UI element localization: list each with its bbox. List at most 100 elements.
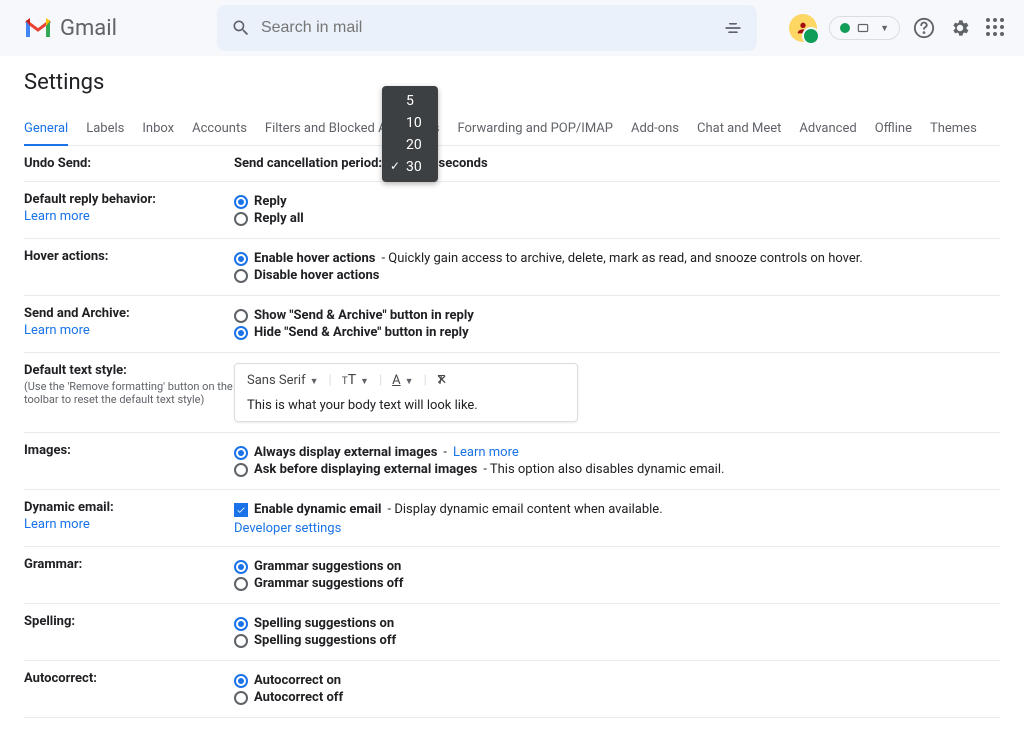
- chevron-down-icon: ▼: [360, 377, 369, 387]
- text-style-hint: (Use the 'Remove formatting' button on t…: [24, 380, 234, 406]
- app-header: Gmail ▼: [0, 0, 1024, 56]
- radio-icon: [234, 463, 248, 477]
- chevron-down-icon: ▼: [405, 377, 414, 387]
- radio-icon: [234, 326, 248, 340]
- font-selector[interactable]: Sans Serif▼: [247, 373, 319, 388]
- archive-learn-more[interactable]: Learn more: [24, 323, 234, 338]
- dropdown-option-10[interactable]: 10: [382, 112, 438, 134]
- radio-icon: [234, 212, 248, 226]
- cancellation-period-dropdown[interactable]: 5 10 20 30: [382, 86, 438, 182]
- undo-send-label: Undo Send:: [24, 156, 234, 171]
- text-style-editor: Sans Serif▼ | TT▼ | A▼ | T✕ This is what…: [234, 363, 578, 422]
- radio-spelling-on[interactable]: Spelling suggestions on: [234, 616, 1000, 631]
- grammar-label: Grammar:: [24, 557, 234, 593]
- remove-formatting-button[interactable]: T✕: [437, 373, 455, 388]
- section-undo-send: Undo Send: Send cancellation period: sec…: [24, 146, 1000, 182]
- radio-icon: [234, 560, 248, 574]
- tab-general[interactable]: General: [24, 113, 68, 146]
- status-indicator[interactable]: ▼: [829, 16, 900, 40]
- font-size-selector[interactable]: TT▼: [342, 372, 369, 388]
- autocorrect-label: Autocorrect:: [24, 671, 234, 707]
- images-learn-more[interactable]: Learn more: [453, 445, 519, 460]
- tab-addons[interactable]: Add-ons: [631, 113, 679, 145]
- radio-reply-all[interactable]: Reply all: [234, 211, 1000, 226]
- chevron-down-icon: ▼: [310, 377, 319, 387]
- reply-learn-more[interactable]: Learn more: [24, 209, 234, 224]
- tab-accounts[interactable]: Accounts: [192, 113, 247, 145]
- radio-icon: [234, 252, 248, 266]
- text-color-selector[interactable]: A▼: [392, 373, 413, 388]
- search-options-icon[interactable]: [723, 18, 743, 38]
- window-icon: [856, 21, 870, 35]
- radio-icon: [234, 195, 248, 209]
- section-dynamic-email: Dynamic email: Learn more Enable dynamic…: [24, 490, 1000, 547]
- tab-offline[interactable]: Offline: [875, 113, 912, 145]
- radio-always-images[interactable]: Always display external images - Learn m…: [234, 445, 1000, 460]
- dynamic-learn-more[interactable]: Learn more: [24, 517, 234, 532]
- radio-autocorrect-on[interactable]: Autocorrect on: [234, 673, 1000, 688]
- section-grammar: Grammar: Grammar suggestions on Grammar …: [24, 547, 1000, 604]
- search-bar[interactable]: [217, 5, 757, 51]
- images-label: Images:: [24, 443, 234, 479]
- tab-chat[interactable]: Chat and Meet: [697, 113, 781, 145]
- help-icon: [913, 17, 935, 39]
- radio-icon: [234, 269, 248, 283]
- radio-icon: [234, 309, 248, 323]
- undo-send-body: Send cancellation period: seconds: [234, 156, 1000, 171]
- apps-grid-icon: [986, 18, 1006, 38]
- gmail-icon: [24, 17, 52, 39]
- settings-tabs: General Labels Inbox Accounts Filters an…: [24, 113, 1000, 146]
- gear-icon: [949, 17, 971, 39]
- spelling-label: Spelling:: [24, 614, 234, 650]
- radio-icon: [234, 691, 248, 705]
- search-icon: [231, 18, 251, 38]
- dynamic-label: Dynamic email: Learn more: [24, 500, 234, 536]
- page-title: Settings: [24, 56, 1000, 113]
- radio-ask-images[interactable]: Ask before displaying external images - …: [234, 462, 1000, 477]
- radio-icon: [234, 617, 248, 631]
- app-name: Gmail: [60, 16, 117, 41]
- radio-icon: [234, 577, 248, 591]
- help-button[interactable]: [912, 16, 936, 40]
- settings-button[interactable]: [948, 16, 972, 40]
- radio-grammar-off[interactable]: Grammar suggestions off: [234, 576, 1000, 591]
- radio-icon: [234, 674, 248, 688]
- tab-advanced[interactable]: Advanced: [799, 113, 856, 145]
- tab-forwarding[interactable]: Forwarding and POP/IMAP: [457, 113, 613, 145]
- text-preview: This is what your body text will look li…: [247, 394, 565, 413]
- radio-disable-hover[interactable]: Disable hover actions: [234, 268, 1000, 283]
- section-send-archive: Send and Archive: Learn more Show "Send …: [24, 296, 1000, 353]
- checkbox-dynamic-email[interactable]: Enable dynamic email - Display dynamic e…: [234, 502, 1000, 517]
- hover-label: Hover actions:: [24, 249, 234, 285]
- tab-inbox[interactable]: Inbox: [142, 113, 174, 145]
- dropdown-option-20[interactable]: 20: [382, 134, 438, 156]
- dropdown-option-30[interactable]: 30: [382, 156, 438, 178]
- text-style-label: Default text style: (Use the 'Remove for…: [24, 363, 234, 422]
- section-spelling: Spelling: Spelling suggestions on Spelli…: [24, 604, 1000, 661]
- active-status-dot: [840, 23, 850, 33]
- text-toolbar: Sans Serif▼ | TT▼ | A▼ | T✕: [247, 372, 565, 394]
- tab-themes[interactable]: Themes: [930, 113, 977, 145]
- tab-labels[interactable]: Labels: [86, 113, 124, 145]
- dropdown-option-5[interactable]: 5: [382, 90, 438, 112]
- checkbox-icon: [234, 503, 248, 517]
- radio-reply[interactable]: Reply: [234, 194, 1000, 209]
- radio-show-archive[interactable]: Show "Send & Archive" button in reply: [234, 308, 1000, 323]
- gmail-logo[interactable]: Gmail: [24, 16, 117, 41]
- radio-enable-hover[interactable]: Enable hover actions - Quickly gain acce…: [234, 251, 1000, 266]
- chevron-down-icon: ▼: [880, 23, 889, 34]
- radio-hide-archive[interactable]: Hide "Send & Archive" button in reply: [234, 325, 1000, 340]
- default-reply-label: Default reply behavior: Learn more: [24, 192, 234, 228]
- account-avatar[interactable]: [789, 14, 817, 42]
- apps-button[interactable]: [984, 16, 1008, 40]
- developer-settings-link[interactable]: Developer settings: [234, 521, 341, 536]
- person-icon: [795, 20, 811, 36]
- radio-autocorrect-off[interactable]: Autocorrect off: [234, 690, 1000, 705]
- radio-grammar-on[interactable]: Grammar suggestions on: [234, 559, 1000, 574]
- section-default-reply: Default reply behavior: Learn more Reply…: [24, 182, 1000, 239]
- cancellation-text-left: Send cancellation period:: [234, 156, 382, 171]
- search-input[interactable]: [261, 19, 723, 37]
- section-autocorrect: Autocorrect: Autocorrect on Autocorrect …: [24, 661, 1000, 718]
- radio-spelling-off[interactable]: Spelling suggestions off: [234, 633, 1000, 648]
- settings-content: Settings General Labels Inbox Accounts F…: [0, 56, 1024, 742]
